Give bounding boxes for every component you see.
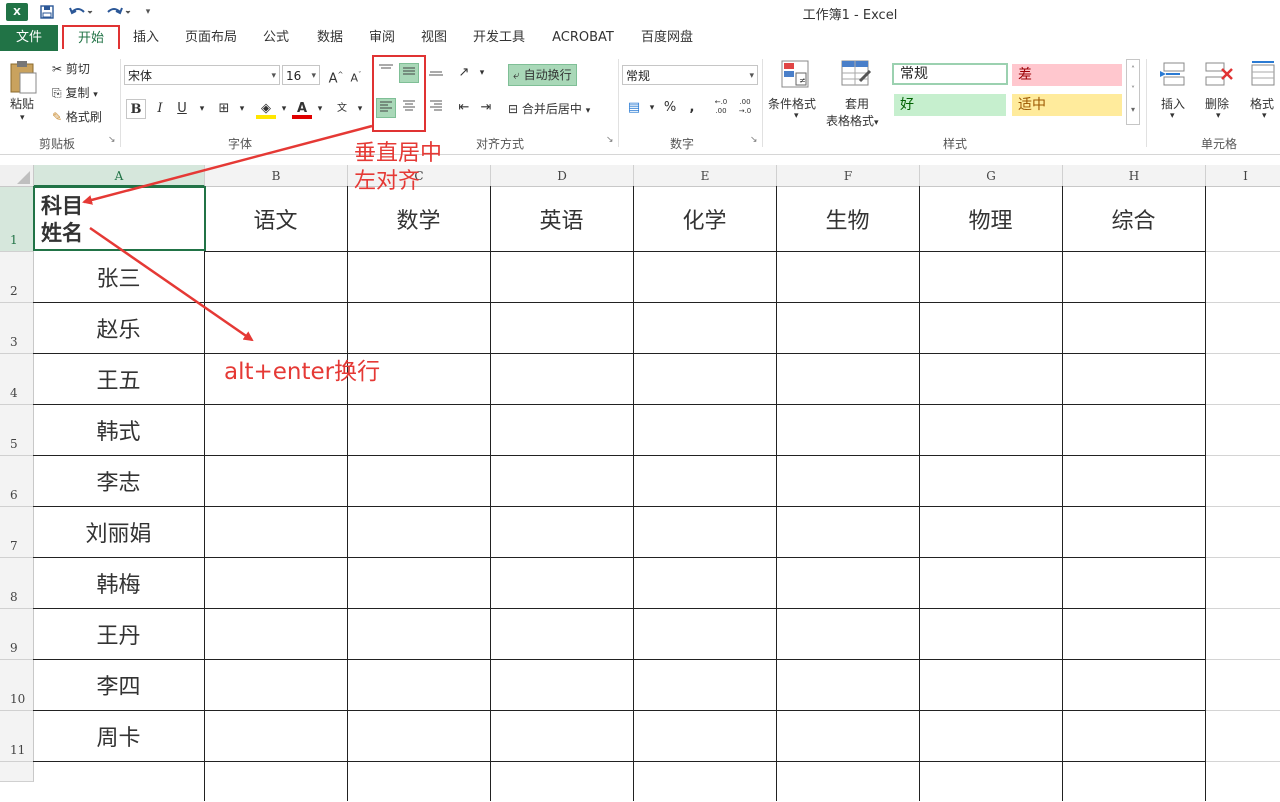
align-arrow bbox=[82, 124, 373, 205]
wrap-arrow bbox=[89, 226, 254, 342]
wrap-annotation: alt+enter换行 bbox=[224, 359, 381, 385]
annotation-arrows bbox=[82, 124, 373, 342]
align-annotation: 垂直居中 左对齐 bbox=[354, 141, 443, 194]
